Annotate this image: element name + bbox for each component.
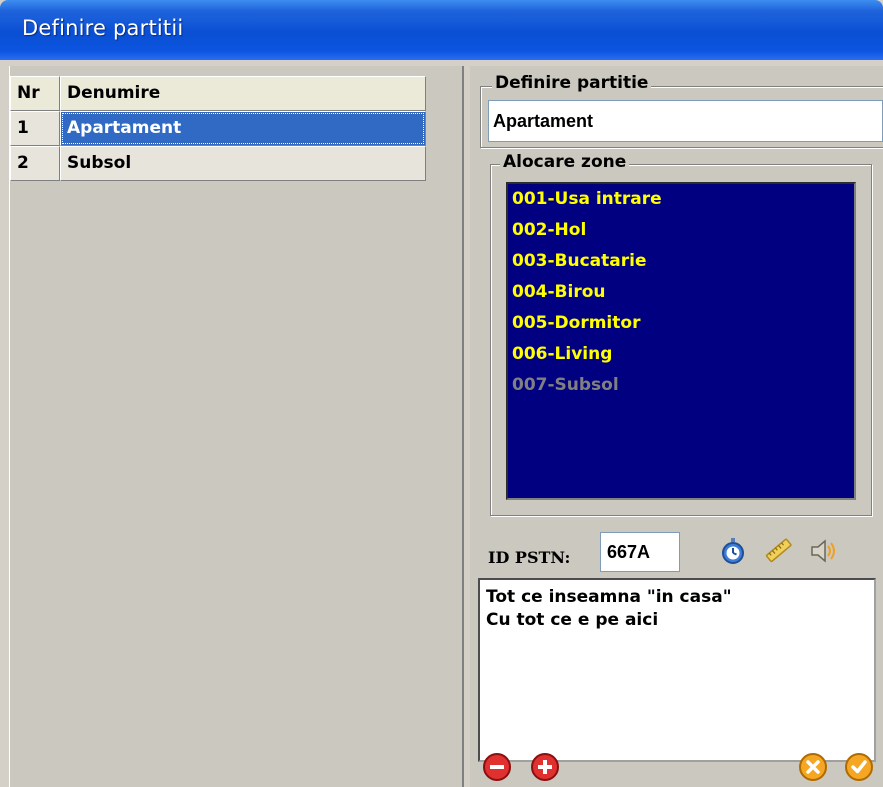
zones-legend: Alocare zone [500,152,630,172]
plus-circle-icon [531,753,559,781]
remove-zone-button[interactable] [482,752,512,782]
column-header-denumire[interactable]: Denumire [60,76,426,111]
minus-circle-icon [483,753,511,781]
confirm-button[interactable] [844,752,874,782]
definition-legend: Definire partitie [492,73,652,93]
pstn-id-input[interactable] [600,532,680,572]
pstn-label: ID PSTN: [488,548,571,567]
window-title: Definire partitii [22,16,184,40]
add-zone-button[interactable] [530,752,560,782]
row-denumire[interactable]: Apartament [60,111,426,146]
zone-list[interactable]: 001-Usa intrare 002-Hol 003-Bucatarie 00… [506,182,856,500]
partition-grid[interactable]: Nr Denumire 1 Apartament 2 Subsol [9,66,464,787]
zone-item[interactable]: 003-Bucatarie [512,246,647,276]
stopwatch-icon[interactable] [718,536,748,566]
zone-item[interactable]: 007-Subsol [512,370,619,400]
details-panel: Definire partitie Alocare zone 001-Usa i… [470,66,883,787]
zone-item[interactable]: 001-Usa intrare [512,184,662,214]
zone-item[interactable]: 005-Dormitor [512,308,640,338]
window: Definire partitii Nr Denumire 1 Apartame… [0,0,883,787]
zone-item[interactable]: 006-Living [512,339,612,369]
row-denumire[interactable]: Subsol [60,146,426,181]
row-nr[interactable]: 1 [10,111,60,146]
zone-item[interactable]: 002-Hol [512,215,586,245]
check-circle-icon [845,753,873,781]
partition-name-input[interactable] [488,100,883,142]
title-bar[interactable]: Definire partitii [0,0,883,60]
cancel-button[interactable] [798,752,828,782]
column-header-nr[interactable]: Nr [10,76,60,111]
row-nr[interactable]: 2 [10,146,60,181]
zone-item[interactable]: 004-Birou [512,277,606,307]
x-circle-icon [799,753,827,781]
notes-textarea[interactable]: Tot ce inseamna "in casa" Cu tot ce e pe… [478,578,876,762]
speaker-icon[interactable] [808,536,838,566]
ruler-icon[interactable] [763,536,793,566]
